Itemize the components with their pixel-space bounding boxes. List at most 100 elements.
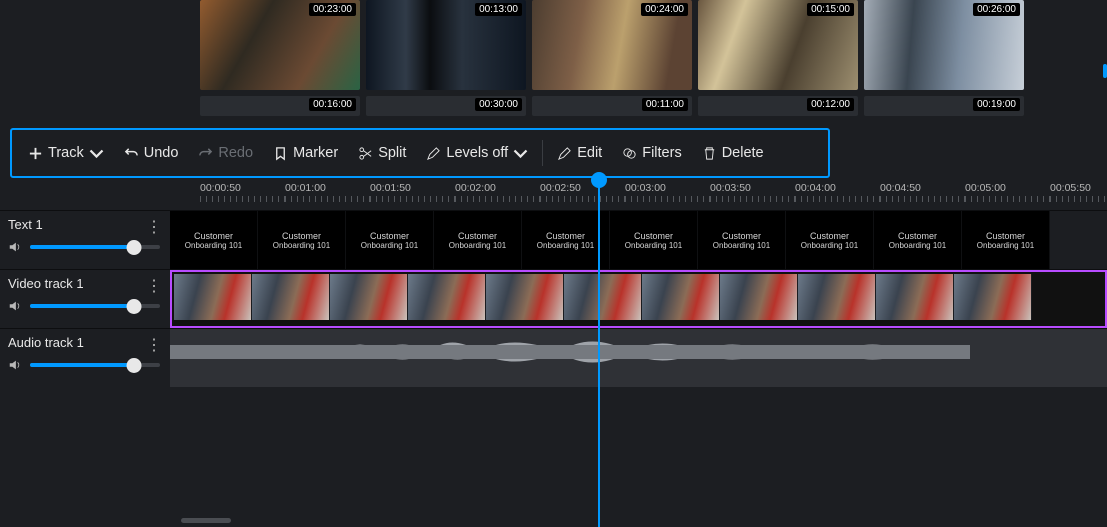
audio-track-body[interactable] <box>170 329 1107 387</box>
filters-button[interactable]: Filters <box>612 139 691 167</box>
clip-timecode: 00:24:00 <box>641 3 688 16</box>
horizontal-scroll-thumb[interactable] <box>181 518 231 523</box>
text-seg-line2: Onboarding 101 <box>537 241 594 250</box>
marker-label: Marker <box>293 145 338 161</box>
audio-volume-slider[interactable] <box>30 363 160 367</box>
text-track-body[interactable]: CustomerOnboarding 101CustomerOnboarding… <box>170 211 1107 269</box>
edit-button[interactable]: Edit <box>547 139 612 167</box>
video-frame-thumb <box>252 274 330 320</box>
text-clip-segment[interactable]: CustomerOnboarding 101 <box>786 211 874 269</box>
media-clip[interactable]: 00:30:00 <box>366 96 526 116</box>
plus-icon <box>28 146 43 161</box>
text-seg-line2: Onboarding 101 <box>625 241 682 250</box>
media-clip[interactable]: 00:12:00 <box>698 96 858 116</box>
audio-track-controls <box>8 358 160 372</box>
ruler-tick: 00:04:00 <box>795 180 880 206</box>
undo-button[interactable]: Undo <box>114 139 189 167</box>
ruler-tick: 00:01:00 <box>285 180 370 206</box>
text-seg-line2: Onboarding 101 <box>889 241 946 250</box>
text-clip-segment[interactable]: CustomerOnboarding 101 <box>346 211 434 269</box>
levels-button[interactable]: Levels off <box>416 139 538 167</box>
text-seg-line1: Customer <box>986 231 1025 241</box>
text-track-controls <box>8 240 160 254</box>
media-clip[interactable]: 00:23:00 <box>200 0 360 90</box>
redo-button[interactable]: Redo <box>188 139 263 167</box>
add-track-button[interactable]: Track <box>18 139 114 167</box>
text-clip-segment[interactable]: CustomerOnboarding 101 <box>170 211 258 269</box>
ruler-tick-label: 00:03:50 <box>710 182 751 194</box>
video-track-name: Video track 1 <box>8 276 160 291</box>
ruler-tick-label: 00:05:00 <box>965 182 1006 194</box>
video-volume-slider[interactable] <box>30 304 160 308</box>
media-clip[interactable]: 00:26:00 <box>864 0 1024 90</box>
ruler-tick: 00:02:50 <box>540 180 625 206</box>
text-clip-segment[interactable]: CustomerOnboarding 101 <box>610 211 698 269</box>
text-seg-line2: Onboarding 101 <box>977 241 1034 250</box>
pencil-icon <box>557 146 572 161</box>
video-frame-thumb <box>876 274 954 320</box>
text-clip-segment[interactable]: CustomerOnboarding 101 <box>258 211 346 269</box>
volume-icon <box>8 358 22 372</box>
ruler-tick: 00:00:50 <box>200 180 285 206</box>
timeline-ruler[interactable]: 00:00:5000:01:0000:01:5000:02:00 00:02:50… <box>200 180 1107 206</box>
scroll-indicator[interactable] <box>1103 64 1107 78</box>
text-clip-segment[interactable]: CustomerOnboarding 101 <box>434 211 522 269</box>
media-clip[interactable]: 00:16:00 <box>200 96 360 116</box>
text-clip-segment[interactable]: CustomerOnboarding 101 <box>522 211 610 269</box>
track-menu-button[interactable]: ⋮ <box>146 217 162 237</box>
volume-icon <box>8 299 22 313</box>
video-frame-thumb <box>174 274 252 320</box>
text-clip-segment[interactable]: CustomerOnboarding 101 <box>874 211 962 269</box>
video-track: Video track 1 ⋮ <box>0 269 1107 328</box>
ruler-tick: 00:04:50 <box>880 180 965 206</box>
chevron-down-icon <box>89 146 104 161</box>
tracks-area: Text 1 ⋮ CustomerOnboarding 101CustomerO… <box>0 210 1107 387</box>
video-track-header: Video track 1 ⋮ <box>0 270 170 328</box>
delete-button[interactable]: Delete <box>692 139 774 167</box>
text-seg-line1: Customer <box>722 231 761 241</box>
ruler-tick-label: 00:03:00 <box>625 182 666 194</box>
pencil-icon <box>426 146 441 161</box>
text-clip-segment[interactable]: CustomerOnboarding 101 <box>962 211 1050 269</box>
audio-track-name: Audio track 1 <box>8 335 160 350</box>
media-clip[interactable]: 00:13:00 <box>366 0 526 90</box>
media-clip[interactable]: 00:15:00 <box>698 0 858 90</box>
split-button[interactable]: Split <box>348 139 416 167</box>
ruler-tick: 00:05:00 <box>965 180 1050 206</box>
media-clip[interactable]: 00:11:00 <box>532 96 692 116</box>
video-frame-thumb <box>954 274 1032 320</box>
clip-timecode: 00:12:00 <box>807 98 854 111</box>
media-clip[interactable]: 00:19:00 <box>864 96 1024 116</box>
video-frame-thumb <box>720 274 798 320</box>
video-track-body[interactable] <box>170 270 1107 328</box>
text-seg-line2: Onboarding 101 <box>185 241 242 250</box>
clip-timecode: 00:11:00 <box>642 98 688 111</box>
text-clip-segment[interactable]: CustomerOnboarding 101 <box>698 211 786 269</box>
text-seg-line2: Onboarding 101 <box>273 241 330 250</box>
chevron-down-icon <box>513 146 528 161</box>
ruler-tick-label: 00:04:50 <box>880 182 921 194</box>
track-menu-button[interactable]: ⋮ <box>146 276 162 296</box>
video-frame-thumb <box>408 274 486 320</box>
video-frame-thumb <box>642 274 720 320</box>
split-label: Split <box>378 145 406 161</box>
text-volume-slider[interactable] <box>30 245 160 249</box>
media-library: 00:23:0000:13:00 00:24:00 00:15:00 00:26:00… <box>200 0 1107 128</box>
filters-icon <box>622 146 637 161</box>
marker-button[interactable]: Marker <box>263 139 348 167</box>
clip-timecode: 00:15:00 <box>807 3 854 16</box>
ruler-tick: 00:05:50 <box>1050 180 1107 206</box>
text-seg-line1: Customer <box>282 231 321 241</box>
playhead-handle[interactable] <box>591 172 607 188</box>
ruler-tick: 00:01:50 <box>370 180 455 206</box>
media-row-2: 00:16:00 00:30:00 00:11:00 00:12:00 00:19:00 <box>200 96 1107 116</box>
scissors-icon <box>358 146 373 161</box>
playhead[interactable] <box>598 178 600 527</box>
media-clip[interactable]: 00:24:00 <box>532 0 692 90</box>
track-menu-button[interactable]: ⋮ <box>146 335 162 355</box>
clip-timecode: 00:30:00 <box>475 98 522 111</box>
clip-timecode: 00:19:00 <box>973 98 1020 111</box>
audio-track: Audio track 1 ⋮ <box>0 328 1107 387</box>
ruler-tick-label: 00:02:00 <box>455 182 496 194</box>
text-seg-line2: Onboarding 101 <box>449 241 506 250</box>
